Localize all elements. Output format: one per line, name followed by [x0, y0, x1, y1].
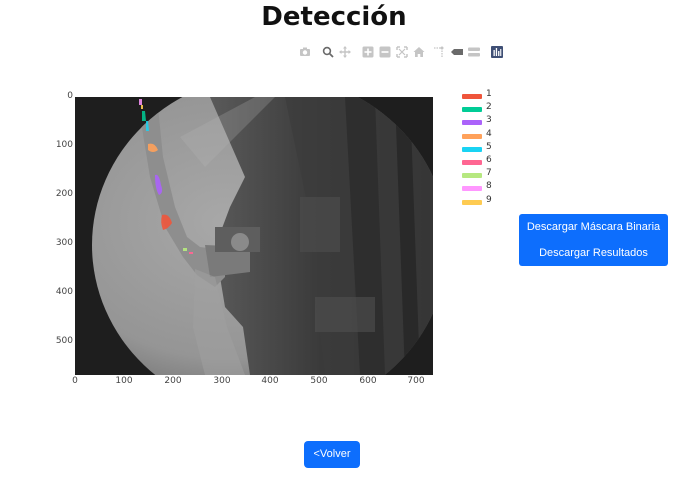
legend-item[interactable]: 5: [460, 141, 500, 155]
legend-label: 3: [486, 115, 492, 126]
x-tick-label: 600: [359, 376, 377, 386]
legend-swatch: [462, 107, 482, 113]
legend-label: 8: [486, 181, 492, 192]
x-tick-label: 300: [213, 376, 231, 386]
plotly-logo-icon[interactable]: [490, 45, 504, 59]
download-results-button[interactable]: Descargar Resultados: [519, 240, 668, 266]
page-title: Detección: [261, 2, 407, 32]
legend-swatch: [462, 173, 482, 179]
autoscale-icon[interactable]: [395, 45, 409, 59]
legend-item[interactable]: 9: [460, 194, 500, 208]
legend-item[interactable]: 2: [460, 102, 500, 115]
x-tick-label: 400: [261, 376, 279, 386]
y-tick-label: 100: [55, 140, 73, 150]
x-tick-label: 200: [164, 376, 182, 386]
legend-swatch: [462, 133, 482, 139]
y-tick-label: 0: [67, 91, 73, 101]
y-tick-label: 400: [55, 287, 73, 297]
x-tick-label: 100: [115, 376, 133, 386]
legend-label: 4: [486, 128, 492, 139]
legend-label: 7: [486, 168, 492, 179]
legend-item[interactable]: 1: [460, 89, 500, 102]
legend-swatch: [462, 199, 482, 205]
y-tick-label: 300: [55, 238, 73, 248]
y-tick-label: 200: [55, 189, 73, 199]
legend-label: 6: [486, 155, 492, 165]
x-tick-label: 0: [72, 376, 78, 386]
camera-icon[interactable]: [298, 45, 312, 59]
legend-label: 2: [486, 102, 492, 113]
zoom-out-icon[interactable]: [378, 45, 392, 59]
legend-label: 9: [486, 194, 492, 205]
legend-item[interactable]: 6: [460, 155, 500, 168]
y-tick-label: 500: [55, 336, 73, 346]
x-tick-label: 700: [407, 376, 425, 386]
legend-swatch: [462, 94, 482, 99]
legend-swatch: [462, 160, 482, 165]
hover-compare-icon[interactable]: [467, 45, 481, 59]
legend-swatch: [462, 120, 482, 126]
legend-swatch: [462, 186, 482, 192]
xray-detection-image[interactable]: [75, 97, 433, 375]
legend-label: 5: [486, 141, 492, 152]
legend-item[interactable]: 4: [460, 128, 500, 142]
x-tick-label: 500: [310, 376, 328, 386]
download-mask-button[interactable]: Descargar Máscara Binaria: [519, 214, 668, 240]
hover-closest-icon[interactable]: [450, 45, 464, 59]
download-buttons-panel: Descargar Máscara Binaria Descargar Resu…: [519, 214, 668, 266]
legend-item[interactable]: 7: [460, 168, 500, 181]
back-button[interactable]: <Volver: [304, 441, 360, 468]
spike-lines-icon[interactable]: [432, 45, 446, 59]
legend-swatch: [462, 146, 482, 152]
legend-item[interactable]: 3: [460, 115, 500, 128]
legend-label: 1: [486, 89, 492, 99]
zoom-in-icon[interactable]: [361, 45, 375, 59]
legend-item[interactable]: 8: [460, 181, 500, 194]
zoom-icon[interactable]: [321, 45, 335, 59]
home-icon[interactable]: [412, 45, 426, 59]
pan-icon[interactable]: [338, 45, 352, 59]
